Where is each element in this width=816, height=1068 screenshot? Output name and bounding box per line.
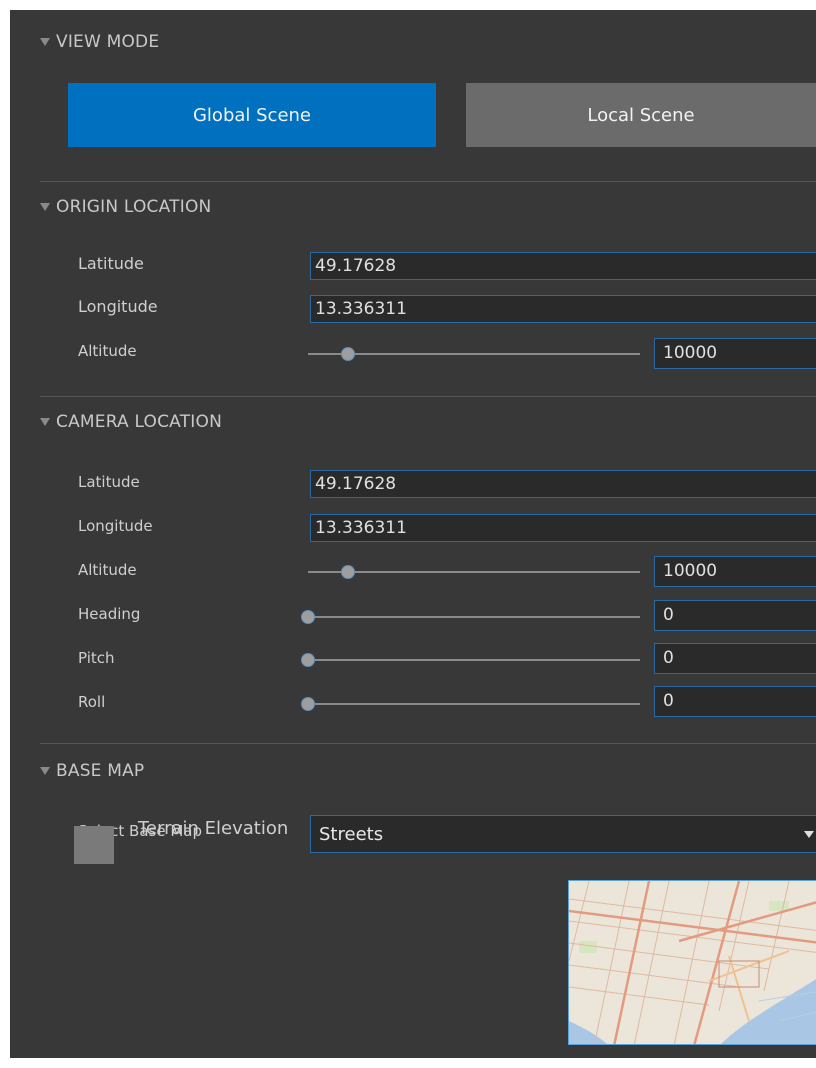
pitch-input[interactable]: 0 [654, 643, 816, 674]
heading-input[interactable]: 0 [654, 600, 816, 631]
camera-altitude-label: Altitude [78, 561, 137, 579]
origin-latitude-input[interactable]: 49.17628 [310, 252, 816, 280]
streets-map-image [569, 881, 816, 1044]
origin-altitude-label: Altitude [78, 342, 137, 360]
section-divider [40, 181, 816, 182]
global-scene-button[interactable]: Global Scene [68, 83, 436, 147]
origin-latitude-label: Latitude [78, 254, 144, 273]
view-mode-title: VIEW MODE [56, 32, 160, 52]
slider-track [308, 616, 640, 618]
heading-label: Heading [78, 605, 141, 623]
terrain-elevation-label: Terrain Elevation [138, 818, 289, 839]
camera-longitude-input[interactable]: 13.336311 [310, 514, 816, 542]
camera-altitude-slider[interactable] [308, 564, 640, 580]
collapse-triangle-icon [40, 38, 50, 46]
camera-altitude-input[interactable]: 10000 [654, 556, 816, 587]
slider-track [308, 659, 640, 661]
section-divider [40, 743, 816, 744]
origin-location-title: ORIGIN LOCATION [56, 197, 212, 217]
camera-latitude-label: Latitude [78, 473, 140, 491]
slider-handle[interactable] [301, 653, 315, 667]
local-scene-label: Local Scene [587, 104, 695, 126]
slider-handle[interactable] [301, 610, 315, 624]
local-scene-button[interactable]: Local Scene [466, 83, 816, 147]
origin-altitude-input[interactable]: 10000 [654, 338, 816, 369]
chevron-down-icon [804, 831, 814, 838]
origin-location-header[interactable]: ORIGIN LOCATION [40, 197, 211, 217]
roll-slider[interactable] [301, 696, 640, 712]
origin-altitude-slider[interactable] [308, 346, 640, 362]
base-map-selected-value: Streets [319, 823, 384, 845]
camera-location-title: CAMERA LOCATION [56, 412, 222, 432]
camera-location-header[interactable]: CAMERA LOCATION [40, 412, 222, 432]
section-divider [40, 396, 816, 397]
camera-longitude-label: Longitude [78, 517, 153, 535]
terrain-elevation-checkbox[interactable] [74, 826, 114, 864]
base-map-title: BASE MAP [56, 761, 145, 781]
roll-label: Roll [78, 693, 106, 711]
slider-handle[interactable] [340, 565, 355, 579]
slider-handle[interactable] [301, 697, 315, 711]
streets-map-thumbnail[interactable] [568, 880, 816, 1045]
origin-longitude-input[interactable]: 13.336311 [310, 295, 816, 323]
camera-latitude-input[interactable]: 49.17628 [310, 470, 816, 498]
collapse-triangle-icon [40, 203, 50, 211]
slider-handle[interactable] [340, 347, 355, 361]
pitch-slider[interactable] [301, 652, 640, 668]
slider-track [308, 703, 640, 705]
pitch-label: Pitch [78, 649, 115, 667]
slider-track [308, 353, 640, 355]
global-scene-label: Global Scene [192, 104, 312, 126]
base-map-dropdown[interactable]: Streets [310, 815, 816, 853]
collapse-triangle-icon [40, 418, 50, 426]
collapse-triangle-icon [40, 767, 50, 775]
view-mode-header[interactable]: VIEW MODE [40, 32, 159, 52]
base-map-header[interactable]: BASE MAP [40, 761, 144, 781]
roll-input[interactable]: 0 [654, 686, 816, 717]
origin-longitude-label: Longitude [78, 297, 158, 316]
heading-slider[interactable] [301, 609, 640, 625]
settings-panel: VIEW MODE Global Scene Local Scene ORIGI… [10, 10, 816, 1058]
slider-track [308, 571, 640, 573]
